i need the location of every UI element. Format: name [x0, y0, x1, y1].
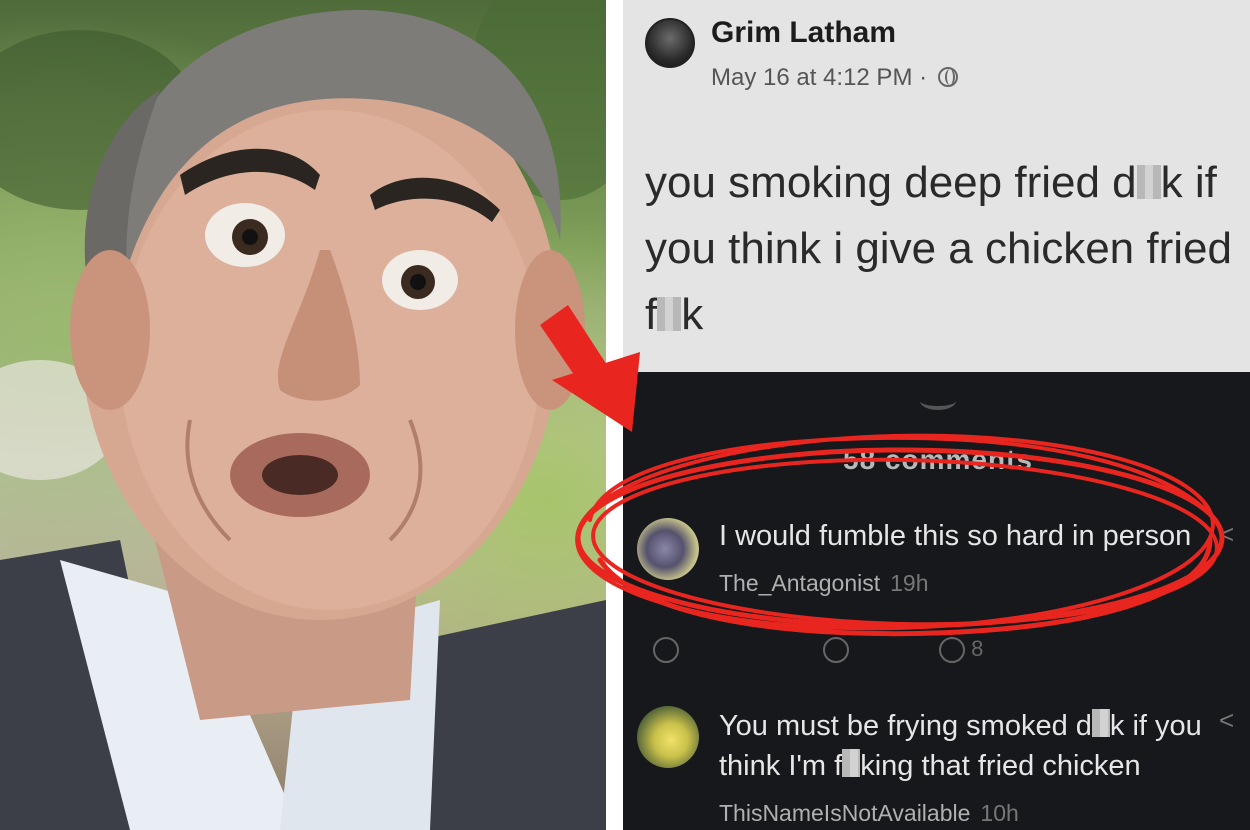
- chevron-down-icon[interactable]: [920, 392, 956, 410]
- share-icon[interactable]: <: [1219, 707, 1237, 733]
- censor-blur: [1091, 709, 1110, 737]
- commenter-avatar[interactable]: [637, 706, 699, 768]
- censor-blur: [1136, 165, 1161, 199]
- post-text-line1b: k if: [1160, 158, 1217, 207]
- reply-button[interactable]: 8: [939, 636, 983, 664]
- comment-meta: ThisNameIsNotAvailable 10h: [719, 800, 1019, 827]
- comment-username[interactable]: ThisNameIsNotAvailable: [719, 800, 970, 826]
- surprised-man-illustration: [0, 0, 606, 830]
- comments-section: 58 comments I would fumble this so hard …: [623, 372, 1250, 830]
- comment2-line2b: king that fried chicken: [860, 750, 1141, 782]
- commenter-avatar[interactable]: [637, 518, 699, 580]
- post-text-line1a: you smoking deep fried d: [645, 158, 1137, 207]
- post-text-line3b: k: [681, 290, 704, 339]
- downvote-icon[interactable]: [823, 636, 849, 664]
- post-body: you smoking deep fried d k if you think i…: [645, 150, 1235, 348]
- comment-time: 10h: [980, 800, 1019, 826]
- comment-username[interactable]: The_Antagonist: [719, 570, 880, 596]
- panel-divider: [606, 0, 623, 830]
- post-timestamp[interactable]: May 16 at 4:12 PM ·: [711, 64, 958, 92]
- comment-actions: 8: [653, 636, 1053, 666]
- facebook-post: Grim Latham May 16 at 4:12 PM · you smok…: [623, 0, 1250, 372]
- post-text-line2: you think i give a chicken fried: [645, 224, 1232, 273]
- comment-meta: The_Antagonist 19h: [719, 570, 929, 597]
- comment-text: You must be frying smoked d k if you thin…: [719, 706, 1219, 786]
- comment2-line2a: think I'm f: [719, 750, 843, 782]
- post-timestamp-text: May 16 at 4:12 PM ·: [711, 64, 928, 91]
- censor-blur: [657, 297, 682, 331]
- upvote-icon[interactable]: [653, 636, 679, 664]
- comment-text: I would fumble this so hard in person: [719, 520, 1192, 552]
- reaction-photo: [0, 0, 606, 830]
- censor-blur: [842, 749, 861, 777]
- reply-count: 8: [971, 636, 984, 661]
- post-text-line3a: f: [645, 290, 658, 339]
- comment2-line1a: You must be frying smoked d: [719, 710, 1092, 742]
- author-avatar[interactable]: [645, 18, 695, 68]
- globe-icon: [937, 67, 958, 87]
- author-name[interactable]: Grim Latham: [711, 16, 896, 50]
- comment-time: 19h: [890, 570, 929, 596]
- share-icon[interactable]: <: [1219, 521, 1237, 547]
- comment2-line1b: k if you: [1109, 710, 1202, 742]
- comments-count[interactable]: 58 comments: [843, 444, 1033, 476]
